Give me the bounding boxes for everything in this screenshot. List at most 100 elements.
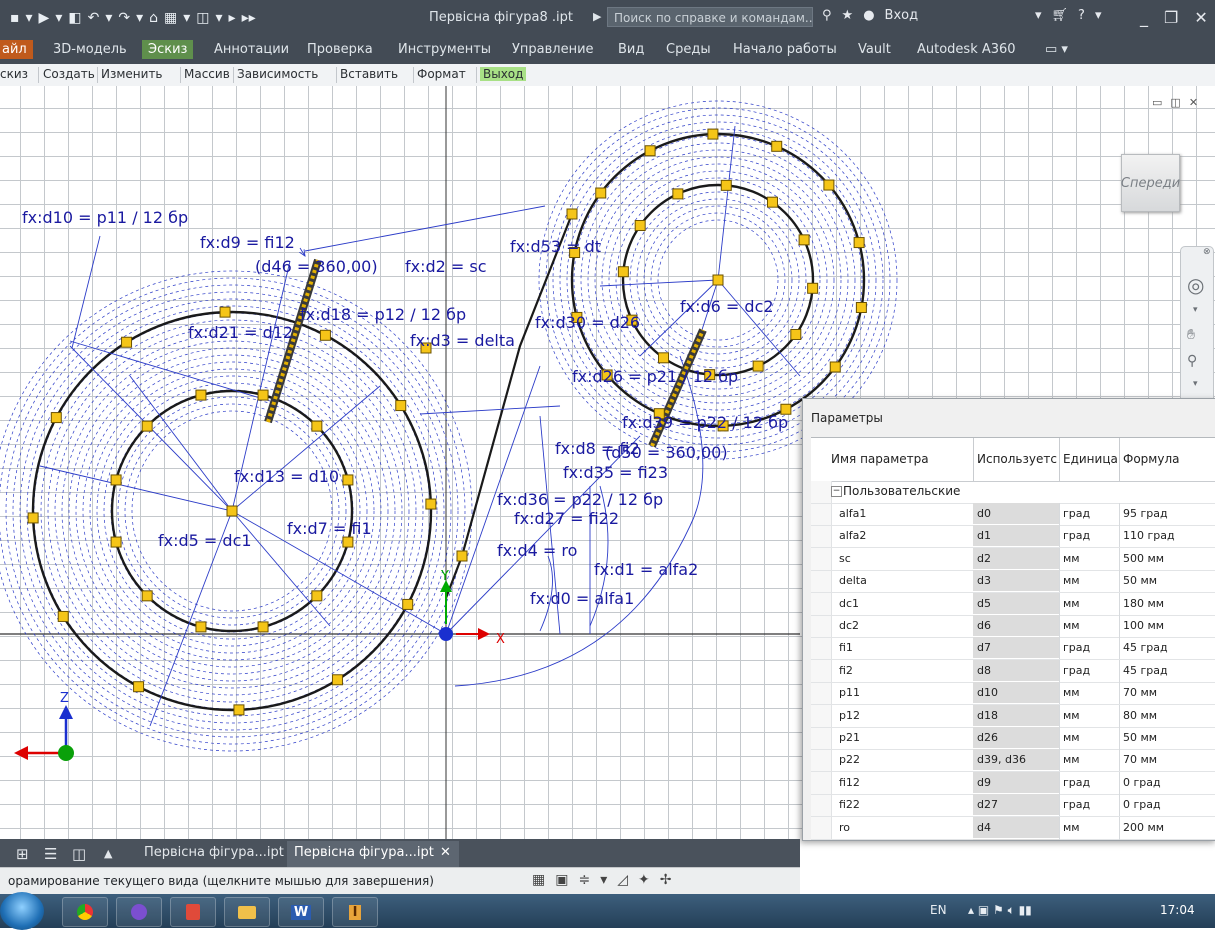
dimension-label[interactable]: fx:d3 = delta <box>410 331 515 350</box>
param-name[interactable]: dc1 <box>839 597 859 610</box>
tab-document-1[interactable]: Первісна фігура...ipt <box>144 845 284 860</box>
param-name[interactable]: fi22 <box>839 798 860 811</box>
param-unit[interactable]: мм <box>1063 574 1080 587</box>
param-unit[interactable]: град <box>1063 664 1090 677</box>
inventor-icon[interactable]: I <box>332 897 378 927</box>
show-constraints-icon[interactable]: ▦ <box>532 872 545 888</box>
show-dof-icon[interactable]: ▣ <box>555 872 568 888</box>
parameter-row[interactable]: alfa2 d1 град 110 град <box>811 525 1215 549</box>
sketch-point[interactable] <box>121 336 133 348</box>
dimension-label[interactable]: fx:d4 = ro <box>497 541 577 560</box>
sketch-point[interactable] <box>617 266 629 278</box>
new-dropdown-icon[interactable]: ▾ <box>26 10 33 26</box>
sketch-point[interactable] <box>807 282 819 294</box>
user-icon[interactable]: ● <box>863 8 874 23</box>
tab-manage[interactable]: Управление <box>512 42 594 57</box>
param-name[interactable]: p12 <box>839 709 860 722</box>
param-name[interactable]: p22 <box>839 753 860 766</box>
param-name[interactable]: ro <box>839 821 850 834</box>
tab-file[interactable]: айл <box>0 40 33 59</box>
vertical-view-icon[interactable]: ◫ <box>72 845 86 863</box>
redo-icon[interactable]: ↷ <box>118 10 130 26</box>
param-formula[interactable]: 80 мм <box>1123 709 1157 722</box>
sketch-point[interactable] <box>311 590 323 602</box>
panel-constrain[interactable]: Зависимость <box>237 67 318 81</box>
dimension-label[interactable]: fx:d26 = p21 / 12 бр <box>572 367 738 386</box>
sign-in-link[interactable]: Вход <box>885 8 919 23</box>
parameter-row[interactable]: ro d4 мм 200 мм <box>811 816 1215 840</box>
sketch-point[interactable] <box>853 237 865 249</box>
sketch-point[interactable] <box>798 234 810 246</box>
help-icon[interactable]: ? <box>1078 8 1085 23</box>
param-formula[interactable]: 45 град <box>1123 641 1168 654</box>
chrome-icon[interactable] <box>62 897 108 927</box>
param-formula[interactable]: 45 град <box>1123 664 1168 677</box>
parameter-row[interactable]: fi2 d8 град 45 град <box>811 659 1215 683</box>
dimension-label[interactable]: fx:d35 = fi23 <box>563 463 668 482</box>
sketch-point[interactable] <box>195 621 207 633</box>
dimension-label[interactable]: fx:d13 = d10 <box>234 467 339 486</box>
navbar-dropdown-icon[interactable]: ▾ <box>1193 305 1198 315</box>
parameter-row[interactable]: fi23d35град180 град <box>811 839 1215 840</box>
sketch-point[interactable] <box>141 590 153 602</box>
param-icon[interactable]: ▸ <box>229 10 236 26</box>
close-button[interactable]: ✕ <box>1194 8 1207 27</box>
sketch-point[interactable] <box>233 704 245 716</box>
dimension-label[interactable]: fx:d6 = dc2 <box>680 297 774 316</box>
param-unit[interactable]: мм <box>1063 821 1080 834</box>
sketch-point[interactable] <box>752 360 764 372</box>
parameter-row[interactable]: delta d3 мм 50 мм <box>811 570 1215 594</box>
param-formula[interactable]: 0 град <box>1123 798 1161 811</box>
param-formula[interactable]: 70 мм <box>1123 686 1157 699</box>
redo-dropdown-icon[interactable]: ▾ <box>136 10 143 26</box>
canvas-close-icon[interactable]: ✕ <box>1189 96 1198 109</box>
help-dropdown-icon[interactable]: ▾ <box>1095 8 1102 23</box>
dimension-label[interactable]: fx:d10 = p11 / 12 бр <box>22 208 188 227</box>
panel-sketch[interactable]: скиз <box>0 67 28 81</box>
param-unit[interactable]: мм <box>1063 552 1080 565</box>
param-name[interactable]: alfa2 <box>839 529 866 542</box>
sketch-point[interactable] <box>342 536 354 548</box>
param-name[interactable]: fi1 <box>839 641 853 654</box>
horizontal-view-icon[interactable]: ☰ <box>44 845 57 863</box>
sketch-point[interactable] <box>672 188 684 200</box>
sketch-point[interactable] <box>257 621 269 633</box>
sketch-point[interactable] <box>720 179 732 191</box>
sketch-point[interactable] <box>644 145 656 157</box>
parameter-row[interactable]: alfa1 d0 град 95 град <box>811 503 1215 526</box>
undo-dropdown-icon[interactable]: ▾ <box>105 10 112 26</box>
panel-insert[interactable]: Вставить <box>340 67 398 81</box>
viber-icon[interactable] <box>116 897 162 927</box>
sketch-point[interactable] <box>226 505 238 517</box>
parameter-row[interactable]: p11 d10 мм 70 мм <box>811 682 1215 706</box>
sketch-point[interactable] <box>27 512 39 524</box>
tab-document-2-label[interactable]: Первісна фігура...ipt <box>294 845 434 860</box>
sketch-point[interactable] <box>50 412 62 424</box>
sketch-point[interactable] <box>141 420 153 432</box>
dimension-label[interactable]: fx:d1 = alfa2 <box>594 560 698 579</box>
sketch-point[interactable] <box>771 140 783 152</box>
param-unit[interactable]: град <box>1063 798 1090 811</box>
sketch-point[interactable] <box>319 329 331 341</box>
dropdown-icon[interactable]: ▾ <box>1035 8 1042 23</box>
parameter-row[interactable]: fi12 d9 град 0 град <box>811 771 1215 795</box>
parameter-row[interactable]: p21 d26 мм 50 мм <box>811 727 1215 750</box>
panel-modify[interactable]: Изменить <box>101 67 163 81</box>
param-unit[interactable]: мм <box>1063 709 1080 722</box>
param-unit[interactable]: град <box>1063 776 1090 789</box>
dimension-label[interactable]: fx:d0 = alfa1 <box>530 589 634 608</box>
save-icon[interactable]: ◧ <box>68 10 81 26</box>
tab-tools[interactable]: Инструменты <box>398 42 491 57</box>
sketch-doctor-icon[interactable]: ◿ <box>617 872 628 888</box>
parameter-row[interactable]: dc1 d5 мм 180 мм <box>811 592 1215 616</box>
sketch-point[interactable] <box>311 420 323 432</box>
panel-exit[interactable]: Выход <box>480 67 527 81</box>
pan-icon[interactable]: ✋︎ <box>1187 327 1195 343</box>
param-formula[interactable]: 70 мм <box>1123 753 1157 766</box>
col-header-used[interactable]: Используетс <box>977 452 1057 466</box>
appearance-dropdown-icon[interactable]: ▾ <box>216 10 223 26</box>
project-geometry-icon[interactable]: ✦ <box>638 872 650 888</box>
sketch-point[interactable] <box>790 328 802 340</box>
dimension-label[interactable]: fx:d53 = dt <box>510 237 601 256</box>
tab-view[interactable]: Вид <box>618 42 644 57</box>
